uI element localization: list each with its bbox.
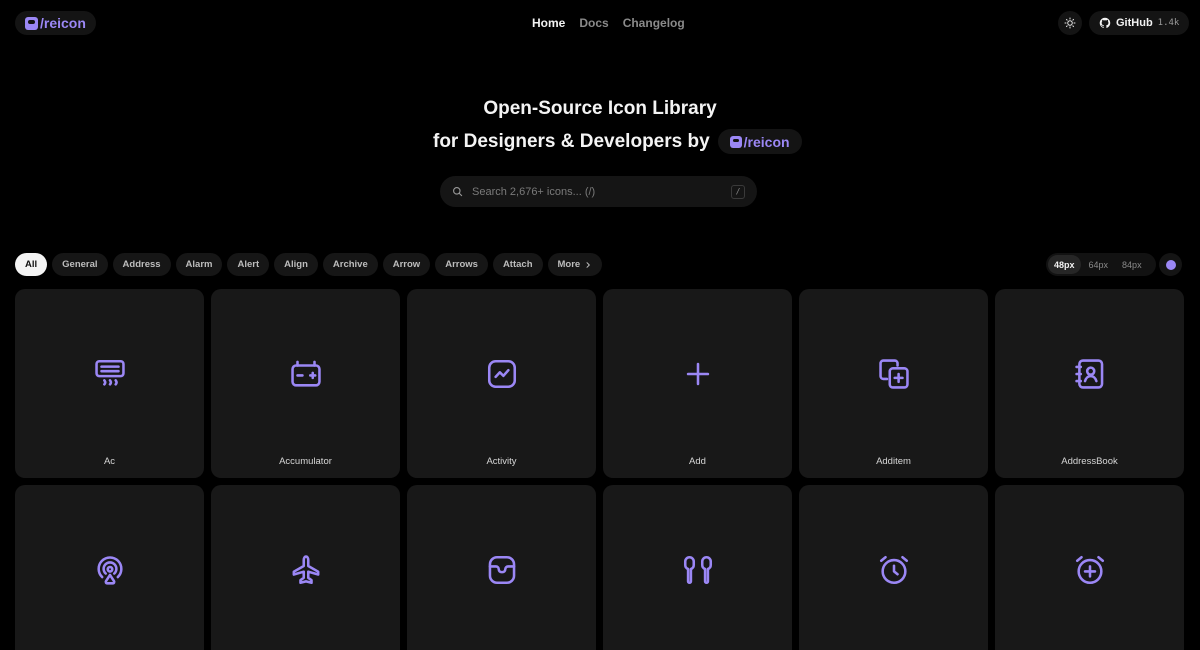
icon-card[interactable] [211, 485, 400, 650]
main-nav: Home Docs Changelog [532, 16, 685, 30]
icon-grid: Ac Accumulator Activity Add Additem Addr… [15, 289, 1184, 650]
search-input[interactable] [472, 185, 731, 198]
size-option-48[interactable]: 48px [1048, 255, 1081, 274]
category-filters: All General Address Alarm Alert Align Ar… [15, 253, 603, 276]
size-option-64[interactable]: 64px [1083, 255, 1115, 274]
icon-name: Additem [876, 456, 911, 467]
reicon-logo-icon [729, 135, 742, 148]
filter-chip-arrows[interactable]: Arrows [435, 253, 488, 276]
logo[interactable]: /reicon [15, 11, 96, 35]
icon-color-picker[interactable] [1159, 253, 1182, 276]
icon-card[interactable]: AddressBook [995, 289, 1184, 478]
airpods-case-icon [488, 555, 515, 585]
icon-card[interactable] [407, 485, 596, 650]
search-bar[interactable]: / [440, 176, 757, 207]
github-stars-count: 1.4k [1157, 18, 1180, 28]
top-bar: /reicon Home Docs Changelog GitHub 1.4k [0, 0, 1200, 46]
add-item-icon [878, 359, 909, 389]
icon-card[interactable] [799, 485, 988, 650]
air-conditioner-icon [94, 359, 125, 386]
filter-chip-all[interactable]: All [15, 253, 48, 276]
icon-name: Add [689, 456, 706, 467]
filter-chip-arrow[interactable]: Arrow [382, 253, 431, 276]
icon-card[interactable]: Additem [799, 289, 988, 478]
battery-accumulator-icon [290, 360, 321, 387]
airpods-icon [683, 555, 712, 584]
sun-icon [1064, 17, 1076, 29]
icon-card[interactable]: Accumulator [211, 289, 400, 478]
icon-card[interactable]: Activity [407, 289, 596, 478]
filter-chip-align[interactable]: Align [274, 253, 318, 276]
nav-changelog[interactable]: Changelog [623, 16, 685, 30]
address-book-icon [1074, 359, 1103, 389]
more-label: More [557, 259, 581, 270]
logo-text: /reicon [40, 15, 86, 31]
hero-brand-badge: /reicon [717, 129, 802, 154]
airplane-icon [292, 555, 319, 585]
icon-name: Activity [486, 456, 517, 467]
filter-chip-attach[interactable]: Attach [492, 253, 543, 276]
filter-chip-archive[interactable]: Archive [322, 253, 378, 276]
filter-chip-general[interactable]: General [52, 253, 108, 276]
filter-chip-alarm[interactable]: Alarm [175, 253, 223, 276]
github-icon [1099, 17, 1111, 29]
filter-chip-address[interactable]: Address [112, 253, 171, 276]
icon-name: Ac [103, 456, 116, 467]
icon-name: Accumulator [279, 456, 332, 467]
search-shortcut-key: / [731, 184, 745, 199]
icon-card[interactable] [995, 485, 1184, 650]
activity-chart-icon [487, 359, 516, 389]
filter-chip-alert[interactable]: Alert [227, 253, 270, 276]
nav-home[interactable]: Home [532, 16, 565, 30]
hero-subtitle-text: for Designers & Developers by [433, 130, 710, 152]
icon-name: AddressBook [1061, 456, 1118, 467]
alarm-icon [879, 555, 908, 585]
github-label: GitHub [1116, 17, 1153, 29]
nav-docs[interactable]: Docs [579, 16, 608, 30]
color-swatch [1165, 259, 1176, 270]
icon-size-selector: 48px 64px 84px [1046, 253, 1156, 276]
theme-toggle-button[interactable] [1058, 11, 1082, 35]
size-option-84[interactable]: 84px [1116, 255, 1148, 274]
airdrop-icon [96, 556, 123, 585]
hero-subtitle: for Designers & Developers by /reicon [433, 129, 802, 154]
chevron-right-icon [586, 261, 591, 268]
more-categories-button[interactable]: More [547, 253, 603, 276]
icon-card[interactable] [15, 485, 204, 650]
icon-card[interactable] [603, 485, 792, 650]
github-button[interactable]: GitHub 1.4k [1089, 11, 1190, 35]
icon-card[interactable]: Ac [15, 289, 204, 478]
icon-card[interactable]: Add [603, 289, 792, 478]
search-icon [453, 187, 463, 197]
reicon-logo-icon [25, 16, 38, 30]
hero-title: Open-Source Icon Library [483, 98, 717, 119]
alarm-add-icon [1075, 555, 1104, 585]
hero-badge-text: /reicon [743, 133, 790, 150]
plus-icon [686, 362, 709, 386]
